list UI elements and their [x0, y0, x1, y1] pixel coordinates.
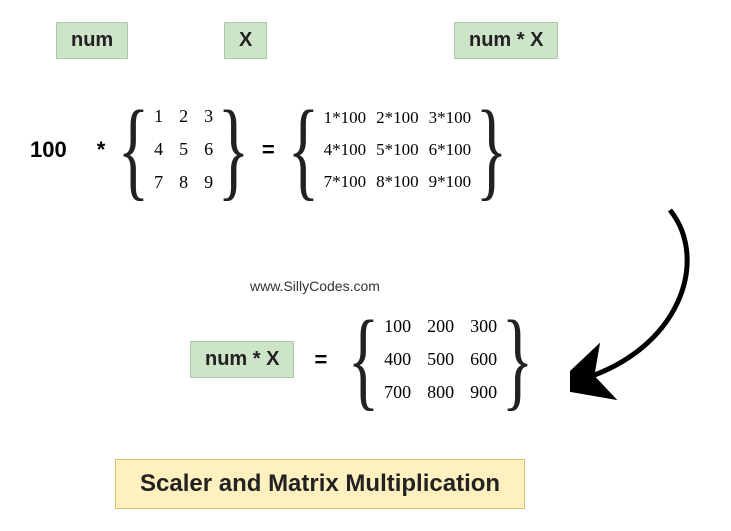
cell: 9 [204, 172, 213, 193]
label-x-badge: X [224, 22, 267, 59]
cell: 100 [384, 316, 411, 337]
cell: 3*100 [429, 108, 472, 128]
matrix-X-grid: 1 2 3 4 5 6 7 8 9 [150, 100, 217, 199]
matrix-expanded: { 1*100 2*100 3*100 4*100 5*100 6*100 7*… [287, 102, 508, 198]
brace-right-icon: } [476, 103, 508, 197]
cell: 4 [154, 139, 163, 160]
cell: 2*100 [376, 108, 419, 128]
cell: 1*100 [324, 108, 367, 128]
cell: 3 [204, 106, 213, 127]
cell: 900 [470, 382, 497, 403]
cell: 1 [154, 106, 163, 127]
website-text: www.SillyCodes.com [250, 278, 380, 294]
label-numx-badge-2: num * X [190, 341, 294, 378]
cell: 5 [179, 139, 188, 160]
brace-left-icon: { [348, 313, 380, 407]
brace-right-icon: } [502, 313, 534, 407]
cell: 6*100 [429, 140, 472, 160]
equals-operator: = [262, 137, 275, 163]
cell: 8*100 [376, 172, 419, 192]
matrix-expanded-grid: 1*100 2*100 3*100 4*100 5*100 6*100 7*10… [320, 102, 476, 198]
brace-right-icon: } [218, 103, 250, 197]
cell: 400 [384, 349, 411, 370]
cell: 300 [470, 316, 497, 337]
multiply-operator: * [97, 137, 106, 163]
cell: 7 [154, 172, 163, 193]
matrix-result-grid: 100 200 300 400 500 600 700 800 900 [380, 310, 501, 409]
diagram-title: Scaler and Matrix Multiplication [115, 459, 525, 509]
matrix-X: { 1 2 3 4 5 6 7 8 9 } [117, 100, 250, 199]
cell: 200 [427, 316, 454, 337]
cell: 6 [204, 139, 213, 160]
label-num-badge: num [56, 22, 128, 59]
cell: 2 [179, 106, 188, 127]
arrow-icon [570, 200, 720, 400]
brace-left-icon: { [118, 103, 150, 197]
equals-operator: = [314, 347, 327, 373]
matrix-result: { 100 200 300 400 500 600 700 800 900 } [347, 310, 534, 409]
brace-left-icon: { [287, 103, 319, 197]
cell: 4*100 [324, 140, 367, 160]
cell: 8 [179, 172, 188, 193]
label-numx-badge: num * X [454, 22, 558, 59]
cell: 800 [427, 382, 454, 403]
cell: 600 [470, 349, 497, 370]
equation-row-2: num * X = { 100 200 300 400 500 600 700 … [190, 310, 534, 409]
cell: 700 [384, 382, 411, 403]
cell: 5*100 [376, 140, 419, 160]
cell: 7*100 [324, 172, 367, 192]
cell: 9*100 [429, 172, 472, 192]
cell: 500 [427, 349, 454, 370]
equation-row-1: 100 * { 1 2 3 4 5 6 7 8 9 } = { 1*100 2*… [30, 100, 508, 199]
scalar-value: 100 [30, 137, 67, 163]
